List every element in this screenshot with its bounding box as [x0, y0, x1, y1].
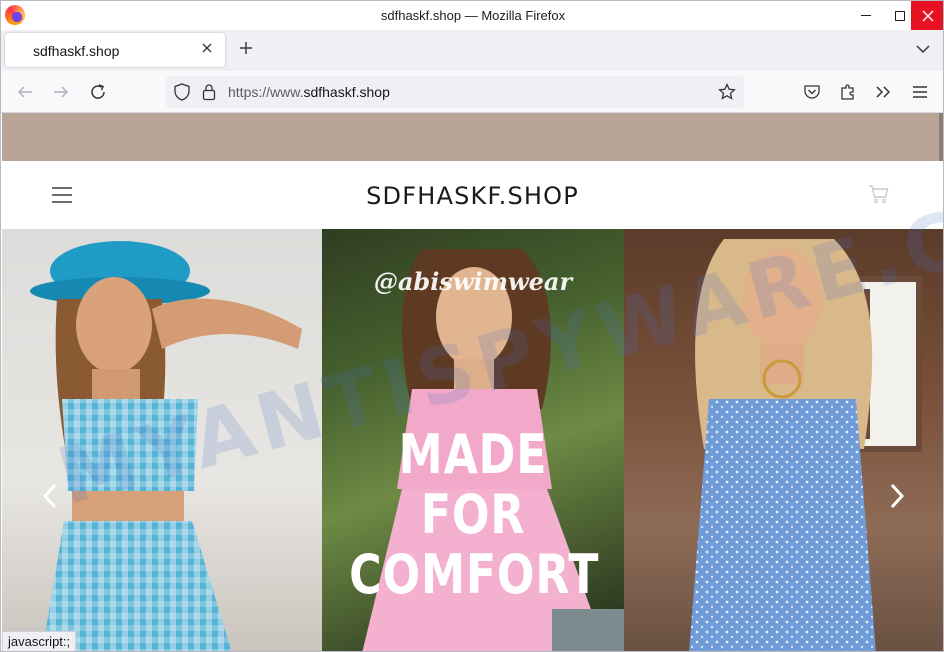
- cart-icon[interactable]: [868, 183, 890, 205]
- page-scrollbar[interactable]: [939, 113, 943, 161]
- tab-title: sdfhaskf.shop: [33, 43, 120, 59]
- back-button[interactable]: [13, 80, 37, 104]
- reload-button[interactable]: [86, 80, 110, 104]
- close-button[interactable]: [911, 1, 943, 30]
- window-title: sdfhaskf.shop — Mozilla Firefox: [380, 8, 566, 23]
- more-tools-button[interactable]: [871, 80, 895, 104]
- list-all-tabs-button[interactable]: [913, 39, 933, 59]
- extensions-button[interactable]: [836, 80, 860, 104]
- url-host: sdfhaskf.shop: [303, 84, 390, 100]
- puzzle-piece-icon: [841, 84, 854, 100]
- new-tab-button[interactable]: [235, 38, 257, 60]
- minimize-icon: [861, 14, 871, 17]
- hero-image-polka-dot-dress: [624, 229, 943, 651]
- minimize-button[interactable]: [849, 1, 883, 30]
- url-prefix: https://www.: [228, 84, 304, 100]
- close-icon: [922, 10, 934, 21]
- hero-headline: MADE FOR COMFORT: [349, 423, 600, 606]
- status-bar: javascript:;: [2, 631, 77, 651]
- title-bar: sdfhaskf.shop — Mozilla Firefox: [1, 1, 943, 30]
- chevron-down-icon: [916, 45, 930, 54]
- hero-brand-tag: @abiswimwear: [373, 267, 573, 296]
- browser-window: sdfhaskf.shop — Mozilla Firefox sdfhaskf…: [0, 0, 944, 652]
- site-header: SDFHASKF.SHOP: [2, 161, 943, 229]
- announcement-bar: [2, 113, 943, 161]
- hero-headline-line1: MADE FOR: [398, 423, 548, 546]
- url-text[interactable]: https://www.sdfhaskf.shop: [228, 84, 390, 100]
- shield-icon[interactable]: [174, 83, 190, 101]
- plus-icon: [240, 42, 252, 54]
- url-bar[interactable]: https://www.sdfhaskf.shop: [166, 76, 744, 108]
- tab-active[interactable]: sdfhaskf.shop: [5, 33, 225, 67]
- pocket-button[interactable]: [800, 80, 824, 104]
- arrow-left-icon: [17, 86, 32, 98]
- tab-strip: sdfhaskf.shop: [1, 30, 943, 71]
- forward-button[interactable]: [49, 80, 73, 104]
- page-content: SDFHASKF.SHOP @abiswimwear MADE FOR COMF…: [2, 113, 943, 651]
- hero-image-pink-dress: @abiswimwear MADE FOR COMFORT: [322, 229, 624, 651]
- slideshow-next-icon[interactable]: [887, 481, 907, 511]
- hero-image-gingham-outfit: [2, 229, 322, 651]
- double-chevron-right-icon: [876, 86, 891, 98]
- lock-icon[interactable]: [202, 83, 216, 101]
- slideshow-prev-icon[interactable]: [40, 481, 60, 511]
- maximize-icon: [895, 10, 905, 21]
- app-menu-button[interactable]: [908, 80, 932, 104]
- model-illustration: [30, 241, 302, 651]
- hero-headline-line2: COMFORT: [349, 543, 600, 606]
- arrow-right-icon: [54, 86, 69, 98]
- hero-slideshow: @abiswimwear MADE FOR COMFORT: [2, 229, 943, 651]
- reload-icon: [91, 84, 105, 99]
- bookmark-star-icon[interactable]: [718, 83, 736, 101]
- pocket-icon: [804, 85, 820, 99]
- tab-close-icon[interactable]: [197, 39, 217, 59]
- hamburger-menu-icon: [913, 86, 927, 98]
- navigation-toolbar: https://www.sdfhaskf.shop: [1, 71, 943, 113]
- model-illustration: [689, 239, 922, 651]
- site-logo[interactable]: SDFHASKF.SHOP: [2, 182, 943, 210]
